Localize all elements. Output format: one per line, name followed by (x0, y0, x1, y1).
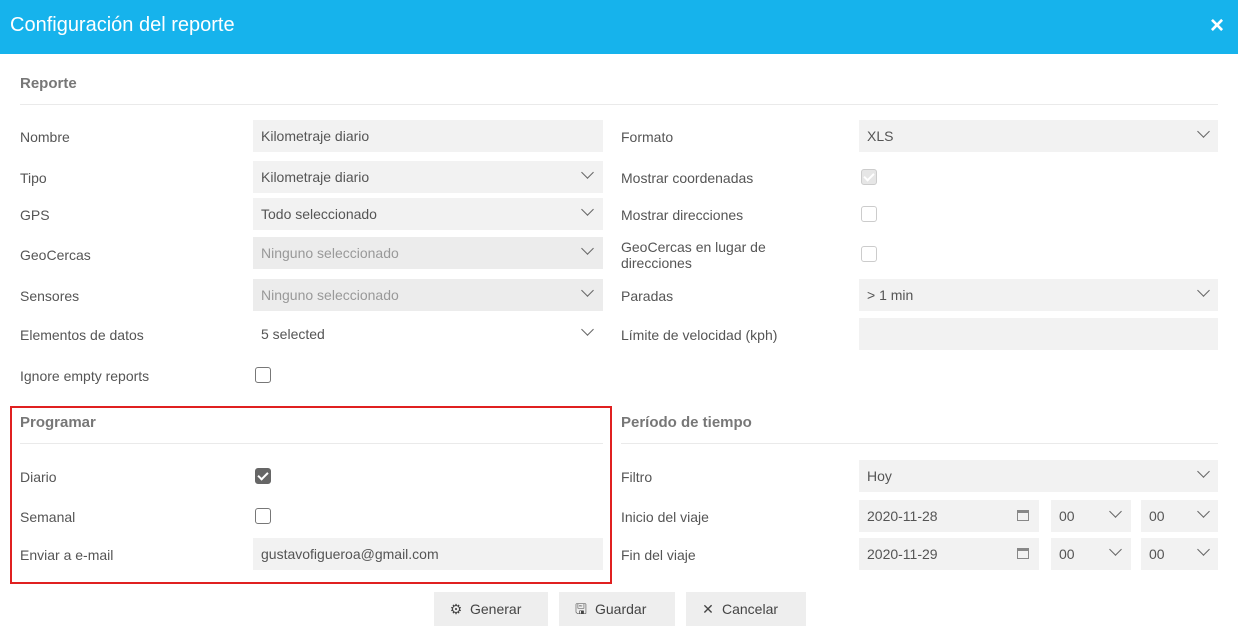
elementos-value: 5 selected (261, 326, 325, 342)
guardar-label: Guardar (595, 601, 647, 617)
filtro-value: Hoy (867, 468, 892, 484)
tipo-value: Kilometraje diario (261, 169, 370, 185)
label-semanal: Semanal (20, 509, 76, 525)
sensores-select[interactable]: Ninguno seleccionado (253, 279, 603, 311)
label-geocercas: GeoCercas (20, 247, 91, 263)
divider (621, 443, 1218, 444)
chevron-down-icon (1197, 543, 1210, 556)
inicio-date-input[interactable]: 2020-11-28 (859, 500, 1039, 532)
fin-minute-value: 00 (1149, 546, 1165, 562)
label-fin: Fin del viaje (621, 547, 696, 563)
ignore-empty-checkbox[interactable] (255, 367, 271, 383)
chevron-down-icon (1197, 284, 1210, 297)
label-inicio: Inicio del viaje (621, 509, 709, 525)
formato-select[interactable]: XLS (859, 120, 1218, 152)
geocercas-select[interactable]: Ninguno seleccionado (253, 237, 603, 269)
fin-hour-select[interactable]: 00 (1051, 538, 1131, 570)
nombre-value: Kilometraje diario (261, 128, 370, 144)
chevron-down-icon (1109, 543, 1122, 556)
chevron-down-icon (581, 166, 594, 179)
mostrar-direcciones-checkbox[interactable] (861, 206, 877, 222)
chevron-down-icon (1197, 125, 1210, 138)
close-icon[interactable]: × (1210, 11, 1224, 41)
dialog-titlebar: Configuración del reporte × (0, 0, 1238, 54)
chevron-down-icon (1197, 465, 1210, 478)
inicio-minute-select[interactable]: 00 (1141, 500, 1218, 532)
inicio-minute-value: 00 (1149, 508, 1165, 524)
chevron-down-icon (1109, 505, 1122, 518)
label-gps: GPS (20, 207, 50, 223)
inicio-date-value: 2020-11-28 (867, 508, 938, 524)
gear-icon: ⚙ (449, 601, 463, 617)
label-mostrar-coordenadas: Mostrar coordenadas (621, 170, 754, 186)
limite-input[interactable] (859, 318, 1218, 350)
generar-label: Generar (470, 601, 522, 617)
gps-select[interactable]: Todo seleccionado (253, 198, 603, 230)
inicio-hour-value: 00 (1059, 508, 1075, 524)
section-title-programar: Programar (20, 414, 96, 431)
chevron-down-icon (581, 242, 594, 255)
label-paradas: Paradas (621, 288, 674, 304)
chevron-down-icon (1197, 505, 1210, 518)
divider (20, 443, 603, 444)
chevron-down-icon (581, 284, 594, 297)
label-diario: Diario (20, 469, 57, 485)
calendar-icon[interactable] (1017, 510, 1029, 521)
label-nombre: Nombre (20, 129, 70, 145)
mostrar-coordenadas-checkbox[interactable] (861, 169, 877, 185)
sensores-value: Ninguno seleccionado (261, 287, 399, 303)
paradas-value: > 1 min (867, 287, 914, 303)
x-icon: ✕ (702, 601, 714, 617)
section-title-periodo: Período de tiempo (621, 414, 752, 431)
nombre-input[interactable]: Kilometraje diario (253, 120, 603, 152)
fin-hour-value: 00 (1059, 546, 1075, 562)
fin-date-input[interactable]: 2020-11-29 (859, 538, 1039, 570)
gps-value: Todo seleccionado (261, 206, 377, 222)
semanal-checkbox[interactable] (255, 508, 271, 524)
label-formato: Formato (621, 129, 674, 145)
label-elementos: Elementos de datos (20, 327, 144, 343)
tipo-select[interactable]: Kilometraje diario (253, 161, 603, 193)
fin-minute-select[interactable]: 00 (1141, 538, 1218, 570)
fin-date-value: 2020-11-29 (867, 546, 938, 562)
paradas-select[interactable]: > 1 min (859, 279, 1218, 311)
cancelar-label: Cancelar (722, 601, 779, 617)
label-sensores: Sensores (20, 288, 80, 304)
label-mostrar-direcciones: Mostrar direcciones (621, 207, 744, 223)
dialog-title: Configuración del reporte (10, 14, 235, 36)
label-limite: Límite de velocidad (kph) (621, 327, 778, 343)
diario-checkbox[interactable] (255, 468, 271, 484)
label-ignore: Ignore empty reports (20, 368, 150, 384)
formato-value: XLS (867, 128, 894, 144)
generar-button[interactable]: ⚙ Generar (434, 592, 548, 626)
floppy-icon: 🖫 (575, 601, 587, 617)
email-value: gustavofigueroa@gmail.com (261, 546, 439, 562)
chevron-down-icon (581, 203, 594, 216)
elementos-select[interactable]: 5 selected (253, 318, 603, 350)
calendar-icon[interactable] (1017, 548, 1029, 559)
section-title-reporte: Reporte (20, 75, 77, 92)
geocercas-value: Ninguno seleccionado (261, 245, 399, 261)
label-tipo: Tipo (20, 170, 47, 186)
guardar-button[interactable]: 🖫 Guardar (559, 592, 675, 626)
label-email: Enviar a e-mail (20, 547, 114, 563)
label-filtro: Filtro (621, 469, 653, 485)
geocercas-lugar-checkbox[interactable] (861, 246, 877, 262)
chevron-down-icon (581, 323, 594, 336)
email-input[interactable]: gustavofigueroa@gmail.com (253, 538, 603, 570)
inicio-hour-select[interactable]: 00 (1051, 500, 1131, 532)
cancelar-button[interactable]: ✕ Cancelar (686, 592, 806, 626)
divider (20, 104, 1218, 105)
filtro-select[interactable]: Hoy (859, 460, 1218, 492)
label-geocercas-lugar: GeoCercas en lugar de direcciones (621, 239, 766, 271)
